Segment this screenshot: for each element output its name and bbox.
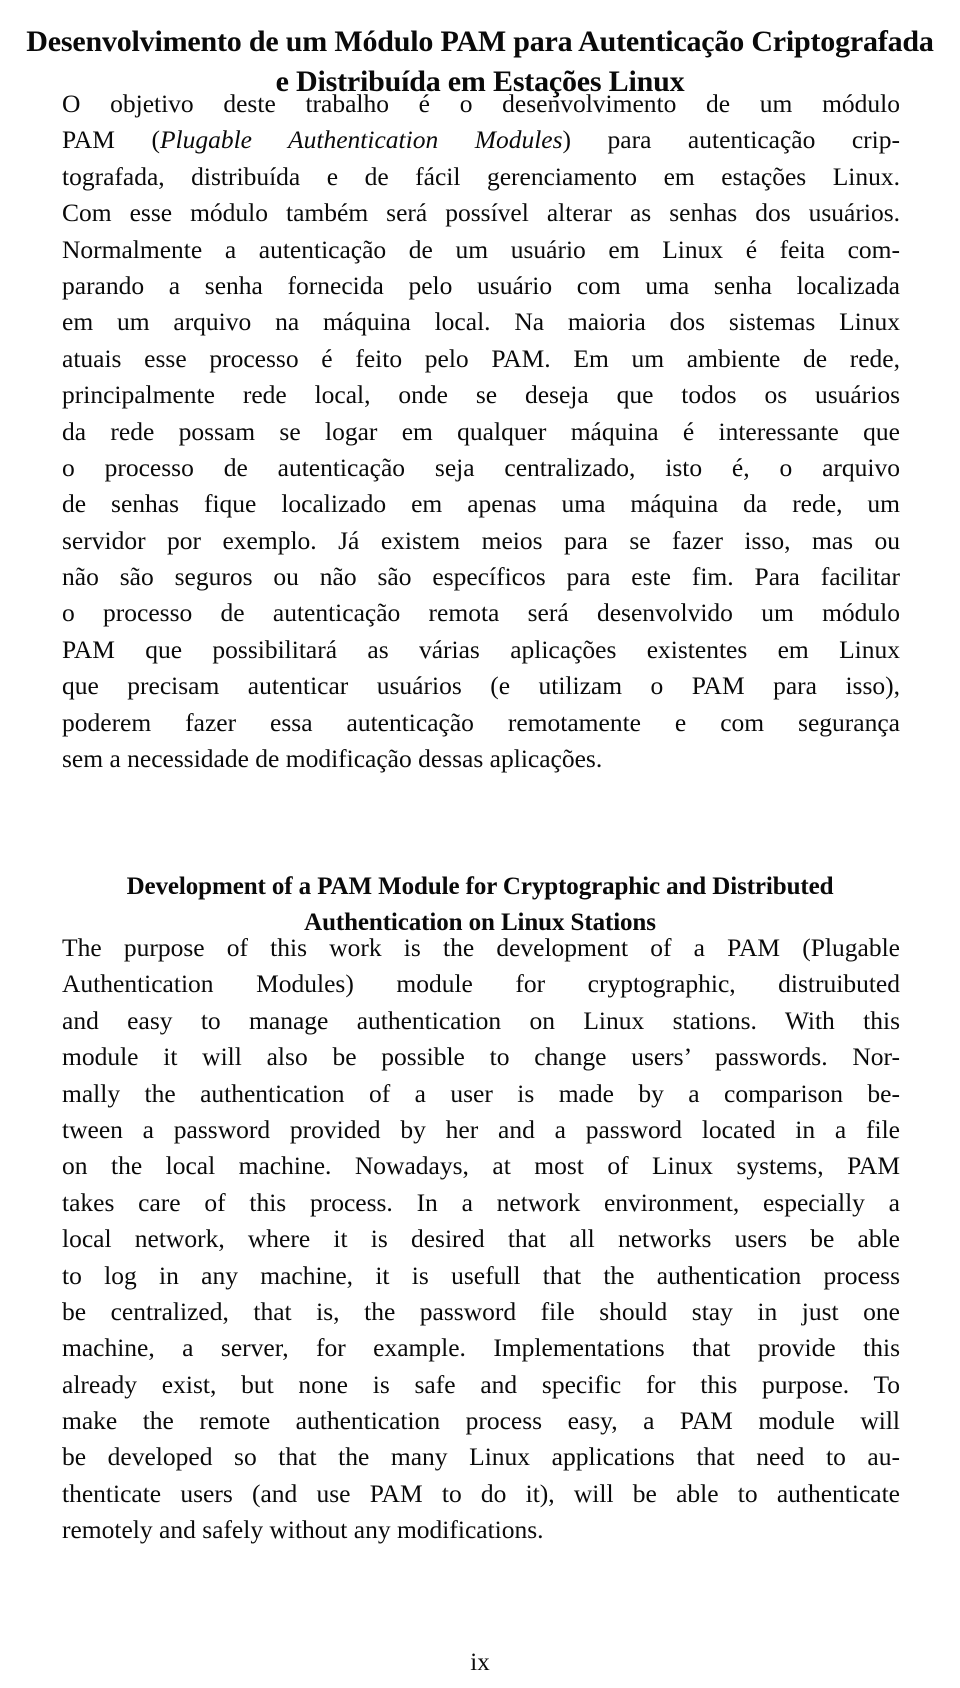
abstract-line: tween a password provided by her and a p… xyxy=(62,1114,900,1144)
abstract-line: que precisam autenticar usuários (e util… xyxy=(62,671,900,701)
abstract-line: PAM (Plugable Authentication Modules) pa… xyxy=(62,125,900,155)
abstract-line: and easy to manage authentication on Lin… xyxy=(62,1005,900,1035)
page-number: ix xyxy=(470,1649,490,1676)
abstract-line: parando a senha fornecida pelo usuário c… xyxy=(62,270,900,300)
abstract-line: da rede possam se logar em qualquer máqu… xyxy=(62,416,900,446)
abstract-line: be centralized, that is, the password fi… xyxy=(62,1296,900,1326)
abstract-line: em um arquivo na máquina local. Na maior… xyxy=(62,307,900,337)
abstract-line: não são seguros ou não são específicos p… xyxy=(62,562,900,592)
abstract-line: de senhas fique localizado em apenas uma… xyxy=(62,489,900,519)
abstract-line: Com esse módulo também será possível alt… xyxy=(62,198,900,228)
abstract-line: mally the authentication of a user is ma… xyxy=(62,1078,900,1108)
abstract-line: principalmente rede local, onde se desej… xyxy=(62,380,900,410)
abstract-line: takes care of this process. In a network… xyxy=(62,1187,900,1217)
abstract-line: o processo de autenticação seja centrali… xyxy=(62,452,900,482)
abstract-line: module it will also be possible to chang… xyxy=(62,1042,900,1072)
abstract-body-english: The purpose of this work is the developm… xyxy=(62,930,900,1549)
abstract-line: sem a necessidade de modificação dessas … xyxy=(62,744,603,774)
abstract-line: atuais esse processo é feito pelo PAM. E… xyxy=(62,343,900,373)
abstract-line: thenticate users (and use PAM to do it),… xyxy=(62,1478,900,1508)
abstract-line: PAM que possibilitará as várias aplicaçõ… xyxy=(62,634,900,664)
abstract-line: local network, where it is desired that … xyxy=(62,1224,900,1254)
abstract-line: on the local machine. Nowadays, at most … xyxy=(62,1151,900,1181)
abstract-line: The purpose of this work is the developm… xyxy=(62,933,900,962)
abstract-line: tografada, distribuída e de fácil gerenc… xyxy=(62,161,900,191)
abstract-line: remotely and safely without any modifica… xyxy=(62,1515,544,1545)
page-title-english-line-1: Development of a PAM Module for Cryptogr… xyxy=(126,872,834,900)
abstract-line: servidor por exemplo. Já existem meios p… xyxy=(62,525,900,555)
abstract-line: O objetivo deste trabalho é o desenvolvi… xyxy=(62,89,900,118)
abstract-line: to log in any machine, it is usefull tha… xyxy=(62,1260,900,1290)
abstract-line: be developed so that the many Linux appl… xyxy=(62,1442,900,1472)
abstract-line: Authentication Modules) module for crypt… xyxy=(62,969,900,999)
abstract-body-portuguese: O objetivo deste trabalho é o desenvolvi… xyxy=(62,86,900,777)
abstract-line: already exist, but none is safe and spec… xyxy=(62,1369,900,1399)
abstract-line: machine, a server, for example. Implemen… xyxy=(62,1333,900,1363)
abstract-page: Desenvolvimento de um Módulo PAM para Au… xyxy=(0,0,960,1688)
abstract-line: poderem fazer essa autenticação remotame… xyxy=(62,707,900,737)
abstract-line: o processo de autenticação remota será d… xyxy=(62,598,900,628)
abstract-line: make the remote authentication process e… xyxy=(62,1406,900,1436)
page-title-portuguese-line-1: Desenvolvimento de um Módulo PAM para Au… xyxy=(26,25,934,59)
abstract-line: Normalmente a autenticação de um usuário… xyxy=(62,234,900,264)
